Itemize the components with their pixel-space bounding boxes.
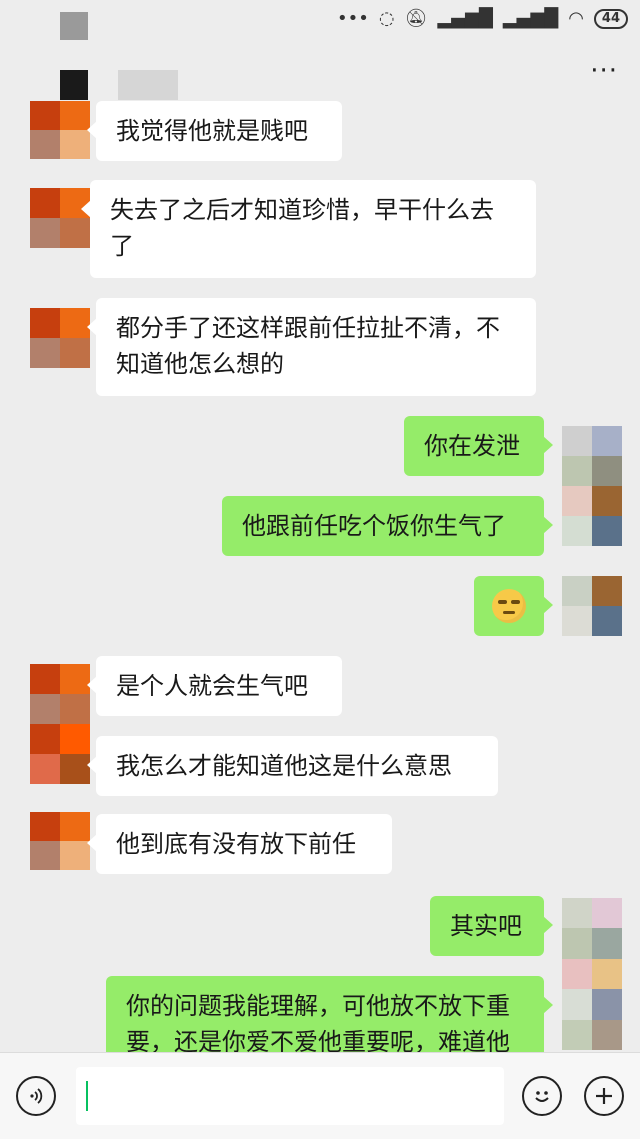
message-text: 他到底有没有放下前任 <box>116 830 356 858</box>
message-bubble[interactable]: 是个人就会生气吧 <box>87 656 342 716</box>
avatar[interactable] <box>30 812 90 870</box>
smirk-emoji-icon <box>492 589 526 623</box>
self-avatar[interactable] <box>562 898 622 1050</box>
message-bubble[interactable]: 其实吧 <box>430 896 553 956</box>
wifi-icon: ◠ <box>568 8 584 29</box>
more-dots-icon: ••• <box>337 8 369 29</box>
message-text: 他跟前任吃个饭你生气了 <box>242 512 506 540</box>
avatar[interactable] <box>30 101 90 159</box>
plus-icon[interactable] <box>584 1076 624 1116</box>
avatar[interactable] <box>30 308 90 368</box>
message-text: 你在发泄 <box>424 432 520 460</box>
voice-glyph <box>30 1088 43 1104</box>
voice-icon[interactable] <box>16 1076 56 1116</box>
input-bar <box>0 1052 640 1139</box>
message-bubble[interactable]: 他跟前任吃个饭你生气了 <box>222 496 553 556</box>
message-text: 都分手了还这样跟前任拉扯不清，不知道他怎么想的 <box>116 314 500 378</box>
message-bubble[interactable]: 失去了之后才知道珍惜，早干什么去了 <box>81 180 536 278</box>
self-avatar[interactable] <box>562 426 622 546</box>
text-caret <box>86 1081 88 1111</box>
back-area[interactable] <box>60 70 88 100</box>
message-text: 我觉得他就是贱吧 <box>116 117 308 145</box>
alarm-icon: ◌ <box>378 8 395 29</box>
message-bubble[interactable]: 都分手了还这样跟前任拉扯不清，不知道他怎么想的 <box>87 298 536 396</box>
plus-glyph <box>596 1088 612 1104</box>
message-bubble[interactable]: 你在发泄 <box>404 416 553 476</box>
mute-bell-icon: 🔕︎ <box>404 8 428 29</box>
status-bar: ••• ◌ 🔕︎ ▂▄▆█ ▂▄▆█ ◠ 44 <box>0 0 640 44</box>
status-icons: ••• ◌ 🔕︎ ▂▄▆█ ▂▄▆█ ◠ 44 <box>337 8 628 29</box>
message-bubble[interactable]: 他到底有没有放下前任 <box>87 814 392 874</box>
more-button[interactable]: ··· <box>590 56 618 86</box>
signal-2-icon: ▂▄▆█ <box>502 8 559 29</box>
message-bubble[interactable]: 我觉得他就是贱吧 <box>87 101 342 161</box>
message-text: 失去了之后才知道珍惜，早干什么去了 <box>110 196 494 260</box>
chat-header: ··· <box>0 44 640 108</box>
smile-glyph <box>535 1091 549 1102</box>
message-text: 是个人就会生气吧 <box>116 672 308 700</box>
message-bubble[interactable]: 我怎么才能知道他这是什么意思 <box>87 736 498 796</box>
message-text: 你的问题我能理解，可他放不放下重要，还是你爱不爱他重要呢，难道他 <box>126 992 510 1056</box>
emoji-icon[interactable] <box>522 1076 562 1116</box>
message-text: 其实吧 <box>450 912 522 940</box>
chat-title-blurred <box>118 70 178 100</box>
signal-icon: ▂▄▆█ <box>437 8 493 29</box>
notification-icon <box>60 12 88 40</box>
message-bubble[interactable] <box>474 576 553 636</box>
avatar[interactable] <box>30 664 90 784</box>
battery-indicator: 44 <box>593 8 628 29</box>
message-input[interactable] <box>76 1067 504 1125</box>
avatar[interactable] <box>30 188 90 248</box>
message-text: 我怎么才能知道他这是什么意思 <box>116 752 452 780</box>
self-avatar[interactable] <box>562 576 622 636</box>
